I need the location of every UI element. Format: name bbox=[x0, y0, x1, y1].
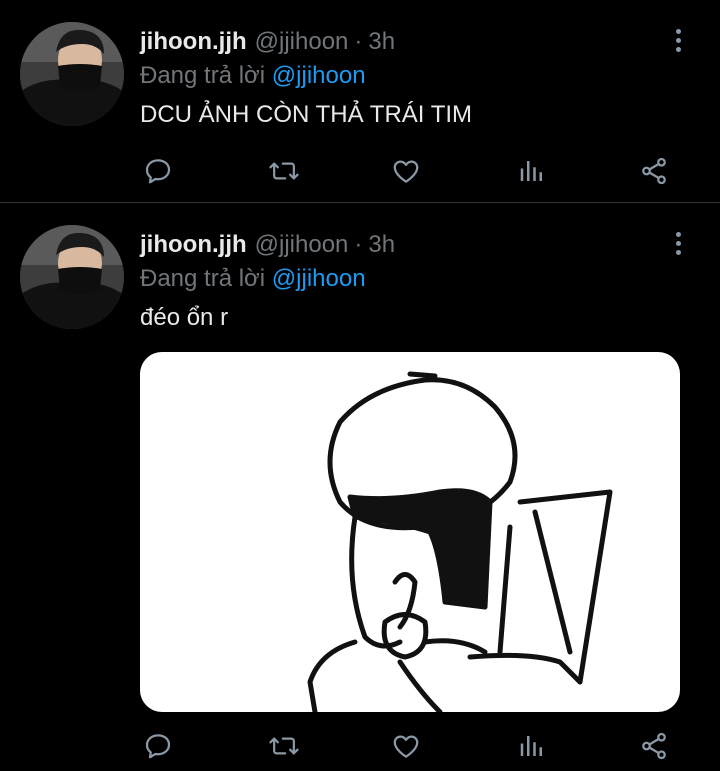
retweet-button[interactable] bbox=[266, 153, 302, 189]
reply-mention-link[interactable]: @jjihoon bbox=[272, 62, 366, 89]
tweet-image[interactable] bbox=[140, 352, 680, 712]
tweet-text: DCU ẢNH CÒN THẢ TRÁI TIM bbox=[140, 101, 473, 128]
tweet-actions bbox=[140, 728, 680, 764]
tweet-header: jihoon.jjh @jjihoon · 3h bbox=[140, 231, 395, 259]
reply-button[interactable] bbox=[140, 153, 176, 189]
reply-context: Đang trả lời @jjihoon bbox=[140, 62, 366, 90]
separator: · bbox=[354, 231, 363, 258]
avatar[interactable] bbox=[20, 225, 124, 329]
reply-prefix: Đang trả lời bbox=[140, 265, 266, 292]
author-name[interactable]: jihoon.jjh bbox=[140, 231, 247, 259]
retweet-button[interactable] bbox=[266, 728, 302, 764]
share-icon bbox=[642, 157, 666, 185]
heart-icon bbox=[393, 160, 419, 183]
more-vertical-icon[interactable] bbox=[664, 229, 692, 257]
author-handle[interactable]: @jjihoon bbox=[255, 231, 349, 259]
like-button[interactable] bbox=[388, 153, 424, 189]
tweet-header: jihoon.jjh @jjihoon · 3h bbox=[140, 28, 395, 56]
timestamp[interactable]: 3h bbox=[368, 28, 395, 56]
retweet-icon bbox=[269, 162, 299, 180]
timestamp[interactable]: 3h bbox=[368, 231, 395, 259]
tweet-text: đéo ổn r bbox=[140, 304, 229, 331]
stats-icon bbox=[520, 161, 542, 181]
heart-icon bbox=[393, 735, 419, 758]
author-handle[interactable]: @jjihoon bbox=[255, 28, 349, 56]
stats-icon bbox=[520, 736, 542, 756]
tweet-feed: jihoon.jjh @jjihoon · 3h Đang trả lời @j… bbox=[0, 0, 720, 771]
tweet-actions bbox=[140, 153, 680, 189]
reply-prefix: Đang trả lời bbox=[140, 62, 266, 89]
author-name[interactable]: jihoon.jjh bbox=[140, 28, 247, 56]
stats-button[interactable] bbox=[514, 153, 550, 189]
retweet-icon bbox=[269, 737, 299, 755]
share-button[interactable] bbox=[636, 728, 672, 764]
reply-icon bbox=[145, 159, 171, 184]
like-button[interactable] bbox=[388, 728, 424, 764]
separator: · bbox=[354, 28, 363, 55]
more-vertical-icon[interactable] bbox=[664, 26, 692, 54]
tweet[interactable]: jihoon.jjh @jjihoon · 3h Đang trả lời @j… bbox=[0, 203, 720, 771]
reply-context: Đang trả lời @jjihoon bbox=[140, 265, 366, 293]
share-icon bbox=[642, 732, 666, 760]
avatar[interactable] bbox=[20, 22, 124, 126]
reply-icon bbox=[145, 734, 171, 759]
share-button[interactable] bbox=[636, 153, 672, 189]
stats-button[interactable] bbox=[514, 728, 550, 764]
tweet[interactable]: jihoon.jjh @jjihoon · 3h Đang trả lời @j… bbox=[0, 0, 720, 203]
reply-mention-link[interactable]: @jjihoon bbox=[272, 265, 366, 292]
reply-button[interactable] bbox=[140, 728, 176, 764]
